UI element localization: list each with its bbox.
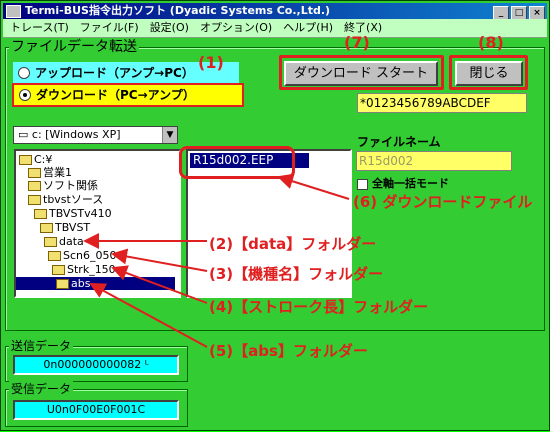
annotation-3: (3)【機種名】フォルダー	[209, 265, 384, 283]
recv-data-field: U0n0F00E0F001C	[13, 400, 179, 420]
annotation-5: (5)【abs】フォルダー	[209, 342, 368, 360]
arrow-model	[111, 248, 208, 272]
arrow-file	[277, 173, 350, 200]
send-data-title: 送信データ	[9, 338, 74, 354]
recv-data-title: 受信データ	[9, 381, 74, 397]
arrow-stroke	[111, 265, 208, 304]
app-window: Termi-BUS指令出力ソフト (Dyadic Systems Co.,Ltd…	[0, 0, 550, 431]
annotation-2: (2)【data】フォルダー	[209, 235, 377, 253]
send-data-field: 0n000000000082 ᴸ	[13, 355, 179, 375]
annotation-6: (6) ダウンロードファイル	[353, 193, 533, 211]
annotation-4: (4)【ストローク長】フォルダー	[209, 298, 429, 316]
arrow-abs	[89, 283, 208, 348]
